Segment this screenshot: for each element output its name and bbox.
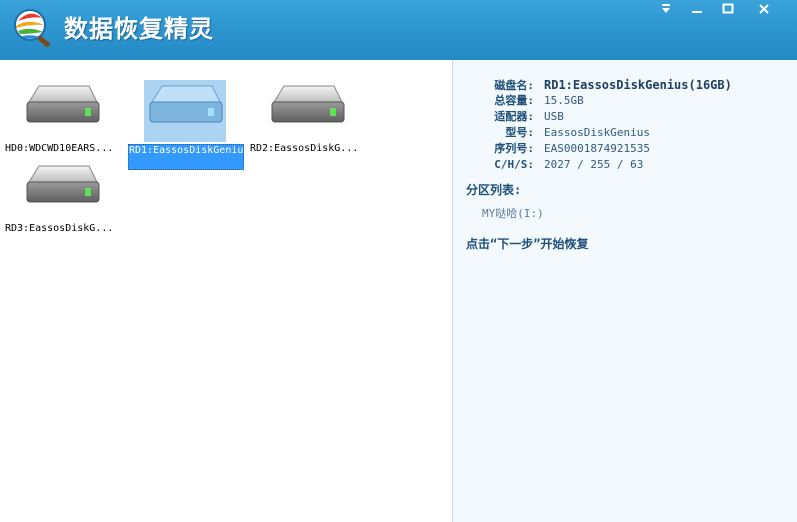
menu-down-button[interactable] (652, 0, 680, 18)
app-title: 数据恢复精灵 (64, 15, 214, 43)
disk-label: RD3:EassosDiskG... (5, 223, 114, 234)
disk-info: 磁盘名: RD1:EassosDiskGenius(16GB) 总容量: 15.5G… (474, 77, 732, 173)
serial-value: EAS0001874921535 (544, 142, 650, 155)
disk-label: RD1:EassosDiskGenius(16GB) (128, 144, 244, 170)
adapter-value: USB (544, 110, 564, 123)
app-logo-icon (10, 6, 60, 50)
hard-disk-icon (19, 80, 103, 138)
chs-value: 2027 / 255 / 63 (544, 158, 644, 171)
disk-name-key: 磁盘名: (494, 79, 534, 92)
minimize-button[interactable] (683, 0, 711, 18)
adapter-key: 适配器: (494, 110, 534, 123)
chs-key: C/H/S: (494, 158, 534, 171)
disk-name-value: RD1:EassosDiskGenius(16GB) (544, 78, 732, 92)
model-key: 型号: (505, 126, 534, 139)
title-bar: 数据恢复精灵 (0, 0, 797, 60)
partition-list-title: 分区列表: (466, 183, 522, 197)
minimize-icon (692, 11, 702, 13)
close-button[interactable] (750, 0, 778, 18)
chs-row: C/H/S: 2027 / 255 / 63 (474, 157, 732, 173)
partition-item[interactable]: MY哒哈(I:) (482, 205, 544, 221)
menu-down-icon (662, 4, 670, 13)
disk-item-rd2[interactable]: RD2:EassosDiskG... (250, 80, 368, 160)
serial-row: 序列号: EAS0001874921535 (474, 141, 732, 157)
model-row: 型号: EassosDiskGenius (474, 125, 732, 141)
model-value: EassosDiskGenius (544, 126, 650, 139)
disk-item-hd0[interactable]: HD0:WDCWD10EARS... (5, 80, 123, 160)
next-step-hint: 点击“下一步”开始恢复 (466, 237, 589, 251)
capacity-row: 总容量: 15.5GB (474, 93, 732, 109)
maximize-icon (722, 3, 734, 14)
disk-item-rd1[interactable]: RD1:EassosDiskGenius(16GB) (128, 80, 246, 170)
disk-name-row: 磁盘名: RD1:EassosDiskGenius(16GB) (474, 77, 732, 93)
hard-disk-icon (19, 160, 103, 218)
disk-item-rd3[interactable]: RD3:EassosDiskG... (5, 160, 123, 240)
capacity-value: 15.5GB (544, 94, 584, 107)
disk-label: HD0:WDCWD10EARS... (5, 143, 114, 154)
hard-disk-icon (264, 80, 348, 138)
disk-label: RD2:EassosDiskG... (250, 143, 359, 154)
maximize-button[interactable] (714, 0, 742, 18)
hard-disk-icon (142, 80, 226, 138)
capacity-key: 总容量: (494, 94, 534, 107)
close-icon (759, 4, 769, 14)
adapter-row: 适配器: USB (474, 109, 732, 125)
serial-key: 序列号: (494, 142, 534, 155)
